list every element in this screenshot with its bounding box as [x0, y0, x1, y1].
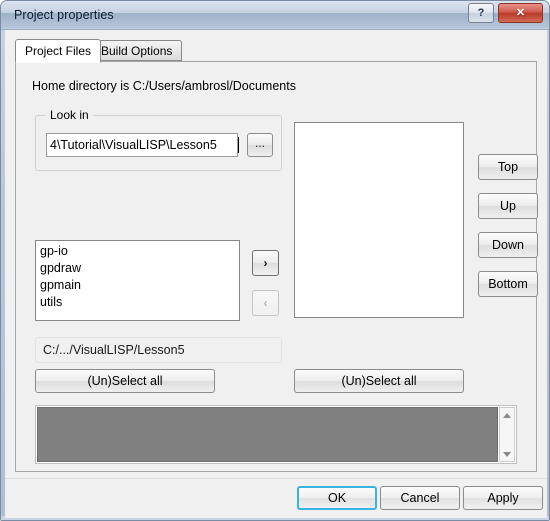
move-top-button[interactable]: Top: [478, 154, 538, 180]
project-properties-dialog: Project properties ? ✕ Project Files Bui…: [0, 0, 550, 521]
tab-page-project-files: Home directory is C:/Users/ambrosl/Docum…: [15, 61, 538, 472]
scroll-down-icon[interactable]: [500, 447, 514, 461]
select-all-source-button[interactable]: (Un)Select all: [35, 369, 215, 393]
list-item[interactable]: gp-io: [39, 243, 239, 260]
move-bottom-button[interactable]: Bottom: [478, 271, 538, 297]
footer-divider: [5, 478, 547, 479]
list-item[interactable]: utils: [39, 294, 239, 311]
help-icon[interactable]: ?: [468, 3, 494, 23]
remove-from-project-button: ‹: [252, 290, 279, 316]
ok-button[interactable]: OK: [297, 486, 377, 510]
list-item[interactable]: gpmain: [39, 277, 239, 294]
look-in-input[interactable]: [46, 133, 238, 157]
title-bar[interactable]: Project properties ? ✕: [1, 1, 549, 30]
apply-button[interactable]: Apply: [463, 486, 543, 510]
list-item[interactable]: gpdraw: [39, 260, 239, 277]
current-path-label: C:/.../VisualLISP/Lesson5: [35, 337, 282, 363]
log-text-area[interactable]: [35, 405, 517, 464]
home-directory-label: Home directory is C:/Users/ambrosl/Docum…: [32, 79, 296, 93]
browse-button[interactable]: ...: [247, 133, 273, 157]
add-to-project-button[interactable]: ›: [252, 250, 279, 276]
dialog-body: Project Files Build Options Home directo…: [5, 30, 547, 518]
look-in-legend: Look in: [46, 108, 93, 122]
window-title: Project properties: [14, 8, 114, 22]
tab-project-files[interactable]: Project Files: [15, 39, 102, 63]
project-file-list[interactable]: [294, 122, 464, 318]
select-all-project-button[interactable]: (Un)Select all: [294, 369, 464, 393]
close-icon[interactable]: ✕: [498, 3, 543, 23]
text-caret: [238, 137, 239, 153]
look-in-group: Look in ...: [35, 108, 282, 171]
move-down-button[interactable]: Down: [478, 232, 538, 258]
source-file-list[interactable]: gp-io gpdraw gpmain utils: [35, 240, 240, 321]
log-text-content[interactable]: [37, 407, 498, 462]
scroll-up-icon[interactable]: [500, 408, 514, 422]
move-up-button[interactable]: Up: [478, 193, 538, 219]
cancel-button[interactable]: Cancel: [380, 486, 460, 510]
tab-build-options[interactable]: Build Options: [91, 40, 183, 61]
log-scrollbar[interactable]: [499, 407, 515, 462]
